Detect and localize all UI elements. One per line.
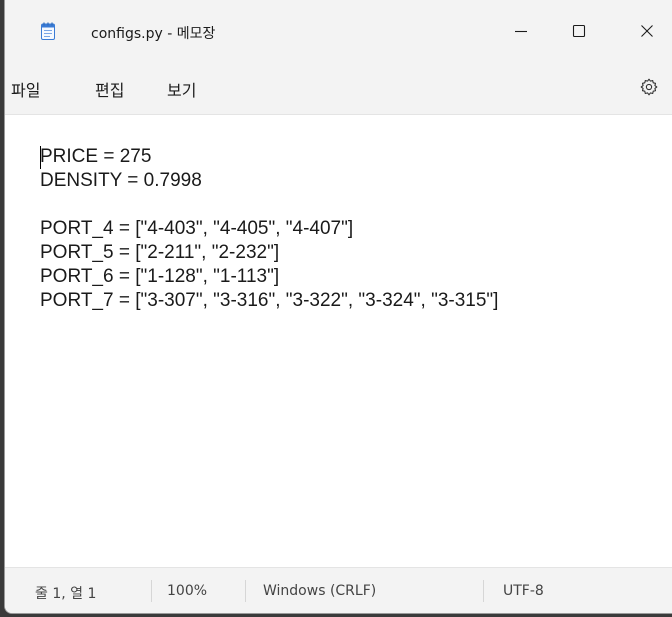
notepad-app-icon <box>41 22 55 40</box>
maximize-button[interactable] <box>559 14 599 48</box>
minimize-icon <box>515 30 527 33</box>
cursor-position: 줄 1, 열 1 <box>35 586 97 602</box>
menu-bar: 파일 편집 보기 <box>5 62 672 115</box>
editor-line-3 <box>40 193 498 217</box>
title-bar[interactable]: configs.py - 메모장 <box>5 0 672 62</box>
encoding: UTF-8 <box>503 583 544 599</box>
menu-file[interactable]: 파일 <box>11 77 40 101</box>
text-editor[interactable]: PRICE = 275 DENSITY = 0.7998 PORT_4 = ["… <box>5 115 672 567</box>
editor-line-6: PORT_6 = ["1-128", "1-113"] <box>40 266 280 287</box>
editor-line-7: PORT_7 = ["3-307", "3-316", "3-322", "3-… <box>40 290 499 311</box>
editor-line-2: DENSITY = 0.7998 <box>40 170 202 191</box>
line-ending: Windows (CRLF) <box>263 583 377 599</box>
status-divider <box>245 580 246 602</box>
notepad-window: configs.py - 메모장 파일 편집 보기 PRICE = 275 DE… <box>4 0 672 614</box>
menu-view[interactable]: 보기 <box>167 77 196 101</box>
menu-edit[interactable]: 편집 <box>95 77 124 101</box>
window-title: configs.py - 메모장 <box>91 26 216 42</box>
maximize-icon <box>572 24 586 38</box>
close-icon <box>641 25 653 37</box>
close-button[interactable] <box>627 14 667 48</box>
zoom-level: 100% <box>167 583 208 599</box>
minimize-button[interactable] <box>501 14 541 48</box>
status-divider <box>483 580 484 602</box>
text-caret <box>40 146 41 169</box>
editor-line-5: PORT_5 = ["2-211", "2-232"] <box>40 242 280 263</box>
editor-content[interactable]: PRICE = 275 DENSITY = 0.7998 PORT_4 = ["… <box>40 145 498 313</box>
status-bar: 줄 1, 열 1 100% Windows (CRLF) UTF-8 <box>5 567 672 613</box>
editor-line-1: PRICE = 275 <box>40 146 152 167</box>
gear-icon[interactable] <box>639 77 659 97</box>
status-divider <box>151 580 152 602</box>
editor-line-4: PORT_4 = ["4-403", "4-405", "4-407"] <box>40 218 354 239</box>
